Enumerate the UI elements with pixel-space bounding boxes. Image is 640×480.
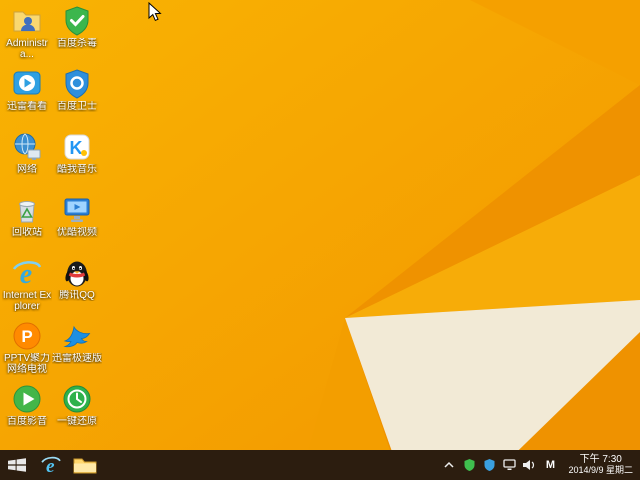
desktop-icon-label: 酷我音乐: [57, 164, 97, 175]
network-globe-icon: [11, 130, 44, 163]
chevron-up-icon: [444, 461, 454, 468]
green-play-icon: [11, 382, 44, 415]
blue-shield-icon: [61, 67, 94, 100]
desktop-icon-grid: Administra... 迅雷看看 网络 回收站 e Internet Exp…: [2, 4, 102, 445]
desktop-icon-onekey-restore[interactable]: 一键还原: [52, 382, 102, 445]
internet-explorer-icon: e: [41, 456, 61, 476]
taskbar-file-explorer-button[interactable]: [68, 450, 102, 480]
video-player-icon: [11, 67, 44, 100]
recycle-bin-icon: [11, 193, 44, 226]
tray-antivirus-icon[interactable]: [462, 458, 476, 472]
desktop-icon-label: 百度杀毒: [57, 38, 97, 49]
desktop-icon-youku[interactable]: 优酷视频: [52, 193, 102, 256]
desktop-icon-baidu-antivirus[interactable]: 百度杀毒: [52, 4, 102, 67]
desktop-icon-label: 网络: [17, 164, 37, 175]
taskbar-clock[interactable]: 下午 7:30 2014/9/9 星期二: [564, 454, 633, 476]
kuwo-k-glyph: K: [70, 138, 83, 158]
desktop-icon-recycle-bin[interactable]: 回收站: [2, 193, 52, 256]
shield-icon: [484, 459, 495, 471]
desktop-icon-label: 百度卫士: [57, 101, 97, 112]
desktop-icon-label: Internet Explorer: [2, 290, 52, 312]
shield-icon: [464, 459, 475, 471]
clock-time: 下午 7:30: [579, 454, 622, 465]
kuwo-music-icon: K: [61, 130, 94, 163]
desktop-icon-administrator[interactable]: Administra...: [2, 4, 52, 67]
pptv-p-glyph: P: [21, 327, 32, 346]
desktop-icon-label: 回收站: [12, 227, 42, 238]
desktop-icon-kuwo-music[interactable]: K 酷我音乐: [52, 130, 102, 193]
desktop-icon-label: 优酷视频: [57, 227, 97, 238]
desktop-icon-xunlei[interactable]: 迅雷极速版: [52, 319, 102, 382]
input-method-indicator[interactable]: M: [542, 459, 558, 471]
desktop-icon-internet-explorer[interactable]: e Internet Explorer: [2, 256, 52, 319]
pptv-icon: P: [11, 319, 44, 352]
desktop-icon-label: 百度影音: [7, 416, 47, 427]
network-monitor-icon: [503, 459, 516, 470]
user-folder-icon: [11, 4, 44, 37]
blue-monitor-icon: [61, 193, 94, 226]
desktop-icon-label: 迅雷看看: [7, 101, 47, 112]
green-clock-icon: [61, 382, 94, 415]
desktop-icon-label: 一键还原: [57, 416, 97, 427]
desktop-icon-baidu-player[interactable]: 百度影音: [2, 382, 52, 445]
thunder-bird-icon: [61, 319, 94, 352]
clock-date: 2014/9/9 星期二: [568, 465, 633, 475]
desktop-icon-label: 腾讯QQ: [59, 290, 95, 301]
speaker-icon: [523, 460, 535, 470]
tray-security-icon[interactable]: [482, 458, 496, 472]
system-tray: M 下午 7:30 2014/9/9 星期二: [442, 450, 640, 480]
windows-logo-icon: [8, 458, 26, 472]
desktop-icon-label: Administra...: [6, 38, 48, 60]
taskbar-internet-explorer-button[interactable]: e: [34, 450, 68, 480]
desktop: Administra... 迅雷看看 网络 回收站 e Internet Exp…: [0, 0, 640, 480]
desktop-icon-pptv[interactable]: P PPTV聚力网络电视: [2, 319, 52, 382]
green-shield-icon: [61, 4, 94, 37]
desktop-icon-tencent-qq[interactable]: 腾讯QQ: [52, 256, 102, 319]
desktop-icon-xunlei-kankan[interactable]: 迅雷看看: [2, 67, 52, 130]
taskbar: e M 下午 7:30 2014/9/9 星期二: [0, 450, 640, 480]
tray-network-icon[interactable]: [502, 458, 516, 472]
start-button[interactable]: [0, 450, 34, 480]
desktop-icon-label: 迅雷极速版: [52, 353, 102, 364]
desktop-icon-label: PPTV聚力网络电视: [3, 353, 51, 375]
internet-explorer-icon: e: [11, 256, 44, 289]
desktop-icon-network[interactable]: 网络: [2, 130, 52, 193]
qq-penguin-icon: [61, 256, 94, 289]
desktop-icon-baidu-weishi[interactable]: 百度卫士: [52, 67, 102, 130]
folder-icon: [73, 458, 97, 474]
tray-volume-icon[interactable]: [522, 458, 536, 472]
tray-expand-button[interactable]: [442, 458, 456, 472]
